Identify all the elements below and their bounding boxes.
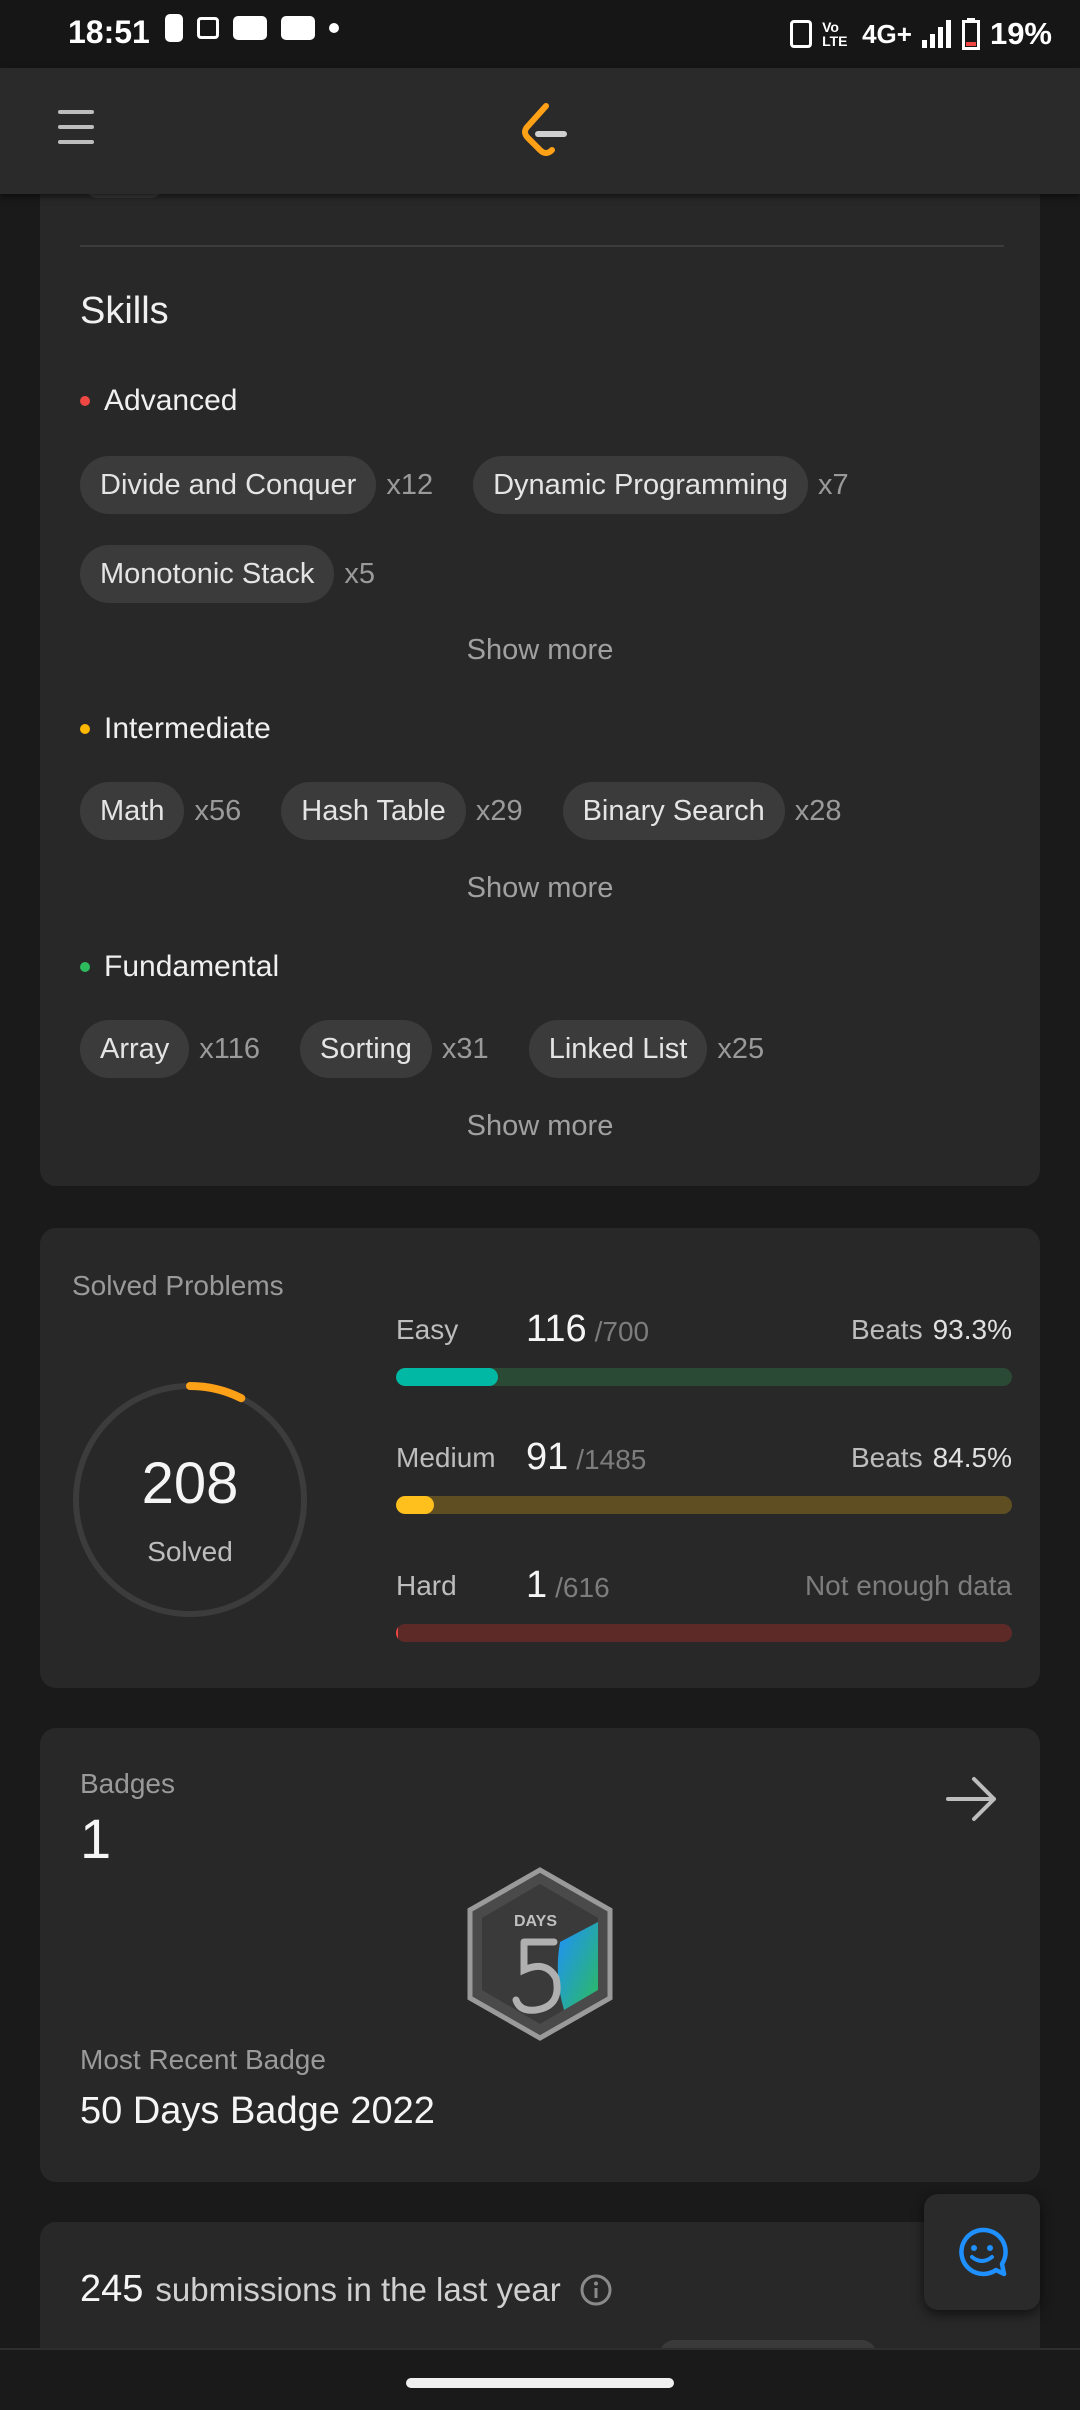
info-icon[interactable] <box>579 2273 613 2307</box>
intermediate-dot <box>80 724 90 734</box>
50-days-badge-icon[interactable]: DAYS <box>464 1866 616 2042</box>
fundamental-skills-row: Array x116 Sorting x31 Linked List x25 <box>80 1020 804 1078</box>
easy-progress-bar <box>396 1368 1012 1386</box>
skill-count: x28 <box>794 794 842 827</box>
skill-chip[interactable]: Dynamic Programming <box>473 456 809 514</box>
skill-count: x25 <box>717 1032 765 1065</box>
advanced-skills-row-2: Monotonic Stack x5 <box>80 545 415 603</box>
skill-chip[interactable]: Monotonic Stack <box>80 545 335 603</box>
badge-days-text: DAYS <box>514 1913 557 1930</box>
skill-count: x5 <box>344 557 376 590</box>
system-indicators: Vo LTE 4G+ 19% <box>790 16 1052 52</box>
gift-notification-icon <box>197 17 219 39</box>
battery-percent: 19% <box>989 16 1052 51</box>
skill-count: x7 <box>818 468 849 501</box>
more-notifications-dot-icon <box>329 23 339 33</box>
home-indicator[interactable] <box>406 2378 674 2388</box>
skills-title: Skills <box>80 290 169 332</box>
difficulty-beats: Beats 84.5% <box>850 1442 1012 1473</box>
skill-count: x12 <box>386 468 434 501</box>
network-type: 4G+ <box>862 18 912 49</box>
skill-level-label: Advanced <box>104 384 238 417</box>
medium-progress-bar <box>396 1496 1012 1514</box>
difficulty-solved: 91/1485 <box>526 1436 647 1478</box>
status-time: 18:51 <box>68 14 150 50</box>
difficulty-total: /1485 <box>576 1444 647 1475</box>
difficulty-name: Medium <box>396 1442 496 1473</box>
difficulty-total: /616 <box>555 1572 610 1603</box>
vibrate-icon <box>790 20 813 48</box>
advanced-dot <box>80 396 90 406</box>
skill-level-advanced: Advanced <box>80 384 237 418</box>
skill-count: x56 <box>194 794 242 827</box>
fundamental-show-more-button[interactable]: Show more <box>40 1110 1040 1143</box>
solved-total-label: Solved <box>147 1536 233 1567</box>
skill-chip[interactable]: Array <box>80 1020 190 1078</box>
most-recent-badge-label: Most Recent Badge <box>80 2044 326 2075</box>
skill-level-fundamental: Fundamental <box>80 950 279 984</box>
notification-icons <box>165 14 339 42</box>
difficulty-total: /700 <box>594 1316 650 1347</box>
chat-feedback-icon <box>959 2227 1008 2277</box>
skill-count: x29 <box>475 794 523 827</box>
skills-card: Skills Advanced Divide and Conquer x12 D… <box>40 150 1040 1186</box>
top-navbar <box>0 68 1080 194</box>
intermediate-skills-row: Math x56 Hash Table x29 Binary Search x2… <box>80 782 882 840</box>
leetcode-logo-icon[interactable] <box>516 100 572 160</box>
youtube-notification-icon-2 <box>281 16 315 40</box>
difficulty-solved: 1/616 <box>526 1564 610 1606</box>
chat-feedback-button[interactable] <box>924 2194 1040 2310</box>
skill-chip[interactable]: Hash Table <box>281 782 466 840</box>
skill-count: x116 <box>199 1032 261 1065</box>
volte-indicator: Vo LTE <box>822 19 848 49</box>
skill-chip[interactable]: Divide and Conquer <box>80 456 377 514</box>
difficulty-name: Easy <box>396 1314 459 1345</box>
badges-title: Badges <box>80 1768 175 1799</box>
hard-progress-bar <box>396 1624 1012 1642</box>
battery-icon <box>961 18 980 50</box>
skill-chip[interactable]: Binary Search <box>562 782 785 840</box>
fundamental-dot <box>80 962 90 972</box>
status-bar: 18:51 Vo LTE 4G+ 19% <box>0 0 1080 68</box>
easy-progress-fill <box>396 1368 499 1386</box>
submissions-label: submissions in the last year <box>155 2270 561 2308</box>
advanced-show-more-button[interactable]: Show more <box>40 634 1040 667</box>
hard-progress-fill <box>396 1624 399 1642</box>
submissions-count: 245 <box>80 2268 144 2310</box>
skill-level-label: Intermediate <box>104 712 271 745</box>
skill-count: x31 <box>441 1032 489 1065</box>
arrow-right-icon[interactable] <box>944 1774 1000 1824</box>
advanced-skills-row-1: Divide and Conquer x12 Dynamic Programmi… <box>80 456 889 514</box>
intermediate-show-more-button[interactable]: Show more <box>40 872 1040 905</box>
badges-card[interactable]: Badges 1 DAYS Most Recent Badge 50 Days … <box>40 1728 1040 2182</box>
badges-count: 1 <box>80 1807 112 1870</box>
system-navigation-bar <box>0 2348 1080 2410</box>
hamburger-menu-icon[interactable] <box>58 110 94 148</box>
solved-problems-card: Solved Problems 208 Solved Easy 116/700 … <box>40 1228 1040 1688</box>
most-recent-badge-name: 50 Days Badge 2022 <box>80 2090 435 2132</box>
signal-strength-icon <box>921 20 951 48</box>
skill-chip[interactable]: Math <box>80 782 185 840</box>
medium-progress-fill <box>396 1496 434 1514</box>
skill-level-label: Fundamental <box>104 950 280 983</box>
alert-notification-icon <box>165 14 183 42</box>
solved-problems-title: Solved Problems <box>72 1270 284 1301</box>
difficulty-name: Hard <box>396 1570 457 1601</box>
submissions-summary: 245 submissions in the last year <box>80 2268 613 2311</box>
difficulty-beats: Beats 93.3% <box>850 1314 1012 1345</box>
difficulty-solved: 116/700 <box>526 1308 650 1350</box>
difficulty-no-data: Not enough data <box>804 1570 1012 1601</box>
skill-chip[interactable]: Linked List <box>528 1020 708 1078</box>
solved-progress-arc <box>186 1382 246 1403</box>
solved-total: 208 <box>141 1451 239 1516</box>
skill-level-intermediate: Intermediate <box>80 712 271 746</box>
skill-chip[interactable]: Sorting <box>300 1020 432 1078</box>
youtube-notification-icon <box>233 16 267 40</box>
section-divider <box>80 245 1004 247</box>
